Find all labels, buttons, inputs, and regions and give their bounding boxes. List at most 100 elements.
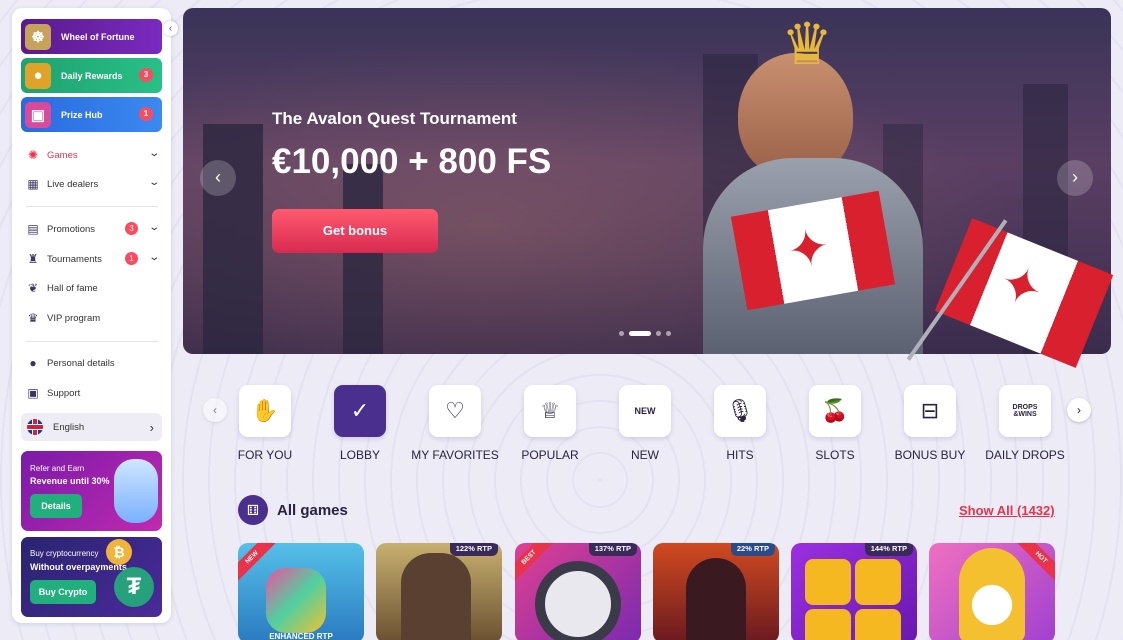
sidebar-divider xyxy=(26,206,158,207)
refer-and-earn-card[interactable]: Refer and Earn Revenue until 30% Details xyxy=(21,451,162,531)
details-button[interactable]: Details xyxy=(30,494,82,518)
category-my-favorites[interactable]: ♡ MY FAVORITES xyxy=(409,385,501,462)
category-label: BONUS BUY xyxy=(894,448,966,462)
banner-title: The Avalon Quest Tournament xyxy=(272,109,517,128)
crypto-card-line1: Buy cryptocurrency xyxy=(30,549,99,558)
dice-icon: ⚅ xyxy=(238,495,268,525)
banner-tower xyxy=(203,124,263,354)
category-label: POPULAR xyxy=(521,448,579,462)
banner-prize: €10,000 + 800 FS xyxy=(272,142,552,181)
robot-mascot-icon xyxy=(114,459,158,523)
banner-tower xyxy=(343,164,383,354)
rtp-badge: 122% RTP xyxy=(449,543,498,556)
game-tile[interactable]: 122% RTP xyxy=(376,543,502,640)
sidebar-promo-prize-hub[interactable]: ▣ Prize Hub 1 xyxy=(21,97,162,132)
category-for-you[interactable]: ✋ FOR YOU xyxy=(219,385,311,462)
sidebar-collapse-button[interactable]: ‹ xyxy=(163,21,178,36)
category-hits[interactable]: 🎙 HITS xyxy=(694,385,786,462)
support-chat-icon: ▣ xyxy=(27,386,39,400)
new-badge-icon: NEW xyxy=(619,385,671,437)
chevron-down-icon[interactable]: ⌄ xyxy=(148,222,160,233)
category-daily-drops[interactable]: DROPS &WINS DAILY DROPS xyxy=(979,385,1071,462)
cherries-icon: 🍒 xyxy=(809,385,861,437)
crown-icon: ♕ xyxy=(524,385,576,437)
sidebar-item-vip-program[interactable]: ♛ VIP program xyxy=(26,308,158,328)
category-slots[interactable]: 🍒 SLOTS xyxy=(789,385,881,462)
pagination-dot[interactable] xyxy=(656,331,661,336)
game-artwork xyxy=(401,553,471,640)
sidebar-item-hall-of-fame[interactable]: ❦ Hall of fame xyxy=(26,278,158,298)
daily-rewards-badge: 3 xyxy=(139,68,153,82)
category-label: DAILY DROPS xyxy=(985,448,1065,462)
tether-coin-icon: ₮ xyxy=(114,567,154,607)
pagination-dot[interactable] xyxy=(666,331,671,336)
live-dealers-icon: ▦ xyxy=(27,177,39,191)
games-icon: ✺ xyxy=(27,148,39,162)
drops-wins-icon: DROPS &WINS xyxy=(999,385,1051,437)
category-lobby[interactable]: ✓ LOBBY xyxy=(314,385,406,462)
sidebar-item-promotions[interactable]: ▤ Promotions 3 ⌄ xyxy=(26,219,160,239)
game-artwork xyxy=(959,548,1025,640)
get-bonus-button[interactable]: Get bonus xyxy=(272,209,438,253)
pagination-dot-active[interactable] xyxy=(629,331,651,336)
show-all-link[interactable]: Show All (1432) xyxy=(959,503,1055,518)
sidebar-item-label: VIP program xyxy=(47,312,101,324)
sidebar-promo-wheel-of-fortune[interactable]: ☸ Wheel of Fortune xyxy=(21,19,162,54)
chevron-down-icon[interactable]: ⌄ xyxy=(148,252,160,263)
sidebar-item-personal-details[interactable]: ● Personal details xyxy=(26,353,158,373)
banner-next-button[interactable]: › xyxy=(1057,160,1093,196)
game-artwork xyxy=(855,559,901,605)
categories-next-button[interactable]: › xyxy=(1067,398,1091,422)
chevron-down-icon[interactable]: ⌄ xyxy=(148,177,160,188)
gift-icon: ▤ xyxy=(27,222,39,236)
buy-crypto-card[interactable]: Buy cryptocurrency Without overpayments … xyxy=(21,537,162,617)
category-label: SLOTS xyxy=(815,448,855,462)
category-new[interactable]: NEW NEW xyxy=(599,385,691,462)
game-artwork xyxy=(535,561,621,640)
prize-hub-badge: 1 xyxy=(139,107,153,121)
buy-crypto-button[interactable]: Buy Crypto xyxy=(30,580,96,604)
pagination-dot[interactable] xyxy=(619,331,624,336)
chevron-down-icon[interactable]: ⌄ xyxy=(148,148,160,159)
sidebar-item-tournaments[interactable]: ♜ Tournaments 1 ⌄ xyxy=(26,249,160,269)
rtp-badge: 22% RTP xyxy=(730,543,775,556)
promotions-badge: 3 xyxy=(125,222,138,235)
all-games-title: All games xyxy=(277,502,348,519)
sidebar-divider xyxy=(26,341,158,342)
sidebar-item-label: Tournaments xyxy=(47,253,102,265)
gift-box-icon: ▣ xyxy=(25,101,51,128)
game-caption: ENHANCED RTP xyxy=(269,632,333,640)
sidebar-item-games[interactable]: ✺ Games ⌄ xyxy=(26,145,160,165)
game-artwork xyxy=(805,559,851,605)
game-tile[interactable]: 22% RTP xyxy=(653,543,779,640)
user-icon: ● xyxy=(29,356,37,370)
refer-card-line1: Refer and Earn xyxy=(30,464,85,473)
language-label: English xyxy=(53,421,85,433)
rtp-badge: 144% RTP xyxy=(864,543,913,556)
sidebar-item-live-dealers[interactable]: ▦ Live dealers ⌄ xyxy=(26,174,160,194)
sidebar-promo-daily-rewards[interactable]: ● Daily Rewards 3 xyxy=(21,58,162,93)
sidebar-item-label: Promotions xyxy=(47,223,96,235)
crown-icon: ♛ xyxy=(27,311,39,325)
banner-prev-button[interactable]: ‹ xyxy=(200,160,236,196)
treasure-chest-icon: ⊟ xyxy=(904,385,956,437)
wheel-icon: ☸ xyxy=(25,23,51,50)
game-tile[interactable]: NEW ENHANCED RTP xyxy=(238,543,364,640)
category-popular[interactable]: ♕ POPULAR xyxy=(504,385,596,462)
tournaments-badge: 1 xyxy=(125,252,138,265)
banner-pagination xyxy=(619,331,671,336)
category-label: LOBBY xyxy=(339,448,381,462)
category-bonus-buy[interactable]: ⊟ BONUS BUY xyxy=(884,385,976,462)
rtp-badge: 137% RTP xyxy=(588,543,637,556)
sidebar-item-label: Support xyxy=(47,387,81,399)
language-selector[interactable]: English › xyxy=(21,413,162,441)
game-artwork xyxy=(805,609,851,640)
game-tile[interactable]: HOT xyxy=(929,543,1055,640)
sidebar-item-support[interactable]: ▣ Support xyxy=(26,383,158,403)
game-tile[interactable]: 144% RTP xyxy=(791,543,917,640)
game-tile[interactable]: BEST 137% RTP xyxy=(515,543,641,640)
bitcoin-coin-icon: ₿ xyxy=(106,539,132,565)
crown-image: ♛ xyxy=(781,12,833,77)
sparkle-hand-icon: ✋ xyxy=(239,385,291,437)
microphone-icon: 🎙 xyxy=(714,385,766,437)
